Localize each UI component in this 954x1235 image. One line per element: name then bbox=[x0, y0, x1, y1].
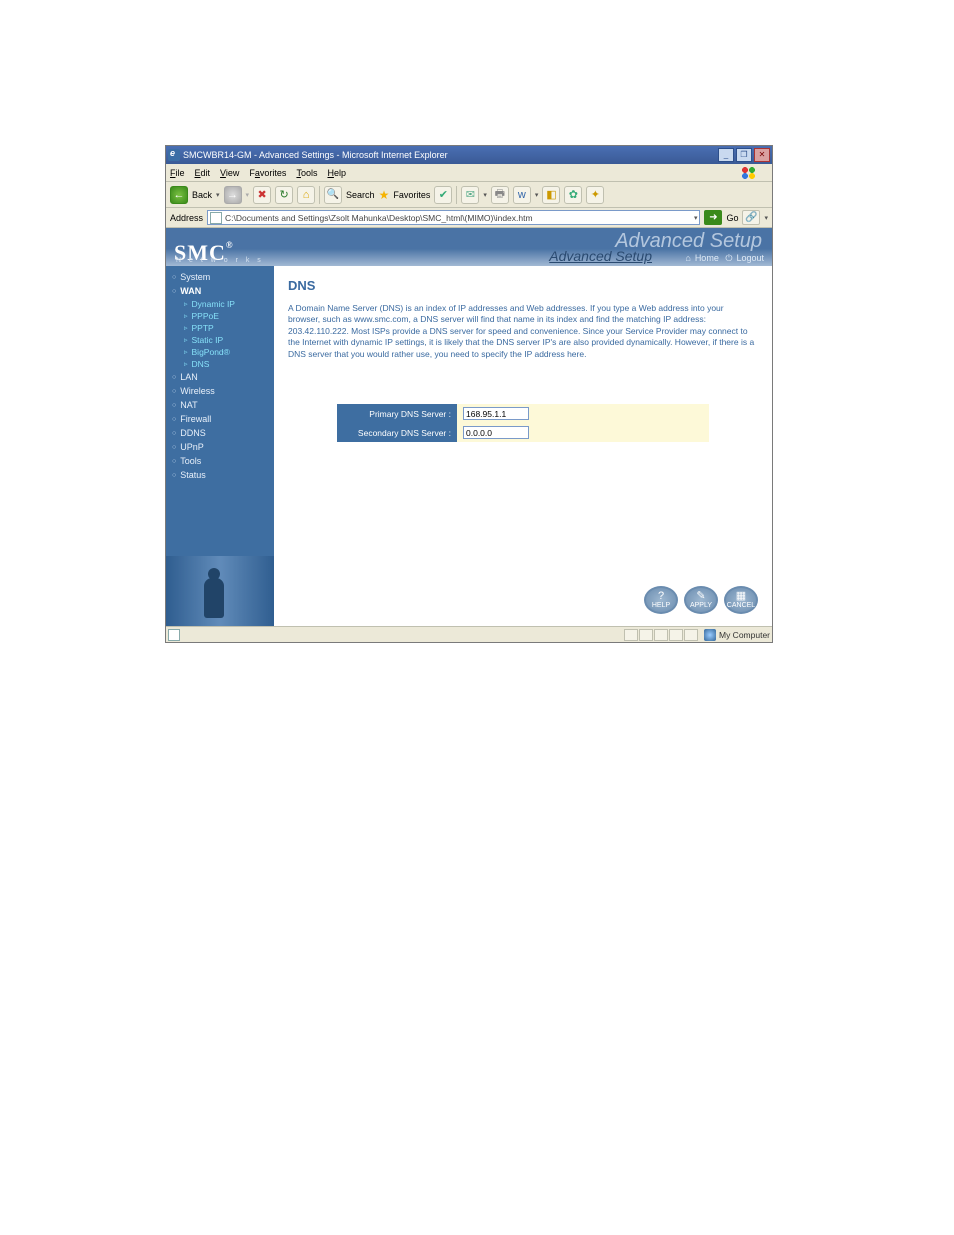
forward-button[interactable]: → bbox=[224, 186, 242, 204]
menubar: File Edit View Favorites Tools Help bbox=[166, 164, 772, 182]
home-icon: ⌂ bbox=[685, 253, 690, 263]
back-dropdown-icon[interactable]: ▾ bbox=[216, 191, 220, 199]
address-label: Address bbox=[170, 213, 203, 223]
status-cell bbox=[669, 629, 683, 641]
status-page-icon bbox=[168, 629, 180, 641]
sidebar-sub-dns[interactable]: DNS bbox=[166, 358, 274, 370]
forward-dropdown-icon[interactable]: ▾ bbox=[246, 191, 250, 199]
go-label: Go bbox=[726, 213, 738, 223]
menu-edit[interactable]: Edit bbox=[195, 168, 211, 178]
back-button[interactable]: ← bbox=[170, 186, 188, 204]
history-button[interactable]: ✔ bbox=[434, 186, 452, 204]
address-dropdown-icon[interactable]: ▾ bbox=[694, 214, 698, 222]
menu-favorites[interactable]: Favorites bbox=[249, 168, 286, 178]
page-body: System WAN Dynamic IP PPPoE PPTP Static … bbox=[166, 266, 772, 626]
zone-icon bbox=[704, 629, 716, 641]
brand-header: SMC® N e t w o r k s Advanced Setup Adva… bbox=[166, 228, 772, 266]
home-link[interactable]: Home bbox=[695, 253, 719, 263]
content-pane: DNS A Domain Name Server (DNS) is an ind… bbox=[274, 266, 772, 626]
address-input[interactable]: C:\Documents and Settings\Zsolt Mahunka\… bbox=[207, 210, 700, 225]
status-cell bbox=[624, 629, 638, 641]
logout-link[interactable]: Logout bbox=[736, 253, 764, 263]
page-title: DNS bbox=[288, 278, 758, 293]
sidebar-item-tools[interactable]: Tools bbox=[166, 454, 274, 468]
messenger-button[interactable]: ✿ bbox=[564, 186, 582, 204]
secondary-dns-input[interactable] bbox=[463, 426, 529, 439]
sidebar-item-wan[interactable]: WAN bbox=[166, 284, 274, 298]
primary-dns-input[interactable] bbox=[463, 407, 529, 420]
cancel-button[interactable]: ▦CANCEL bbox=[724, 586, 758, 614]
sidebar-item-status[interactable]: Status bbox=[166, 468, 274, 482]
logout-icon: ⏻ bbox=[725, 253, 732, 263]
menu-file[interactable]: File bbox=[170, 168, 185, 178]
help-button[interactable]: ?HELP bbox=[644, 586, 678, 614]
print-button[interactable]: 🖶 bbox=[491, 186, 509, 204]
page-icon bbox=[210, 212, 222, 224]
edit-button[interactable]: w bbox=[513, 186, 531, 204]
security-zone: My Computer bbox=[704, 629, 770, 641]
discuss-button[interactable]: ◧ bbox=[542, 186, 560, 204]
status-cell bbox=[654, 629, 668, 641]
menu-help[interactable]: Help bbox=[327, 168, 346, 178]
statusbar: My Computer bbox=[166, 626, 772, 642]
menu-tools[interactable]: Tools bbox=[296, 168, 317, 178]
toolbar: ← Back ▾ → ▾ ✖ ↻ ⌂ 🔍 Search ★ Favorites … bbox=[166, 182, 772, 208]
browser-window: SMCWBR14-GM - Advanced Settings - Micros… bbox=[165, 145, 773, 643]
mail-dropdown-icon[interactable]: ▾ bbox=[483, 191, 487, 199]
sidebar-sub-pppoe[interactable]: PPPoE bbox=[166, 310, 274, 322]
links-dropdown-icon[interactable]: ▾ bbox=[764, 214, 768, 222]
address-value: C:\Documents and Settings\Zsolt Mahunka\… bbox=[225, 213, 533, 223]
favorites-label[interactable]: Favorites bbox=[393, 190, 430, 200]
extra-button[interactable]: ✦ bbox=[586, 186, 604, 204]
go-button[interactable]: ➜ bbox=[704, 210, 722, 225]
zone-label: My Computer bbox=[719, 630, 770, 640]
page-description: A Domain Name Server (DNS) is an index o… bbox=[288, 303, 758, 360]
links-button[interactable]: 🔗 bbox=[742, 210, 760, 225]
status-cell bbox=[684, 629, 698, 641]
sidebar-item-lan[interactable]: LAN bbox=[166, 370, 274, 384]
window-title: SMCWBR14-GM - Advanced Settings - Micros… bbox=[183, 150, 448, 160]
stop-button[interactable]: ✖ bbox=[253, 186, 271, 204]
addressbar: Address C:\Documents and Settings\Zsolt … bbox=[166, 208, 772, 228]
sidebar-item-firewall[interactable]: Firewall bbox=[166, 412, 274, 426]
help-icon: ? bbox=[658, 591, 664, 602]
home-button[interactable]: ⌂ bbox=[297, 186, 315, 204]
dns-form: Primary DNS Server : Secondary DNS Serve… bbox=[337, 404, 709, 442]
menu-view[interactable]: View bbox=[220, 168, 239, 178]
search-label[interactable]: Search bbox=[346, 190, 375, 200]
windows-flag-icon bbox=[740, 166, 758, 180]
close-button[interactable]: ✕ bbox=[754, 148, 770, 162]
header-navlinks: ⌂ Home ⏻ Logout bbox=[681, 253, 764, 264]
search-icon[interactable]: 🔍 bbox=[324, 186, 342, 204]
sidebar-item-ddns[interactable]: DDNS bbox=[166, 426, 274, 440]
primary-dns-label: Primary DNS Server : bbox=[337, 404, 457, 423]
edit-dropdown-icon[interactable]: ▾ bbox=[535, 191, 539, 199]
sidebar-sub-pptp[interactable]: PPTP bbox=[166, 322, 274, 334]
action-buttons: ?HELP ✎APPLY ▦CANCEL bbox=[644, 586, 758, 614]
sidebar: System WAN Dynamic IP PPPoE PPTP Static … bbox=[166, 266, 274, 626]
titlebar: SMCWBR14-GM - Advanced Settings - Micros… bbox=[166, 146, 772, 164]
brand-networks: N e t w o r k s bbox=[176, 257, 264, 264]
cancel-icon: ▦ bbox=[736, 591, 746, 602]
sidebar-item-nat[interactable]: NAT bbox=[166, 398, 274, 412]
back-label: Back bbox=[192, 190, 212, 200]
sidebar-sub-static-ip[interactable]: Static IP bbox=[166, 334, 274, 346]
advanced-setup-label: Advanced Setup bbox=[549, 248, 652, 264]
refresh-button[interactable]: ↻ bbox=[275, 186, 293, 204]
apply-button[interactable]: ✎APPLY bbox=[684, 586, 718, 614]
favorites-star-icon[interactable]: ★ bbox=[379, 188, 390, 202]
minimize-button[interactable]: _ bbox=[718, 148, 734, 162]
sidebar-item-system[interactable]: System bbox=[166, 270, 274, 284]
ie-icon bbox=[168, 149, 180, 161]
sidebar-item-wireless[interactable]: Wireless bbox=[166, 384, 274, 398]
maximize-button[interactable]: ❐ bbox=[736, 148, 752, 162]
sidebar-decor bbox=[166, 556, 274, 626]
status-cell bbox=[639, 629, 653, 641]
apply-icon: ✎ bbox=[696, 591, 705, 602]
sidebar-sub-bigpond[interactable]: BigPond® bbox=[166, 346, 274, 358]
mail-button[interactable]: ✉ bbox=[461, 186, 479, 204]
secondary-dns-label: Secondary DNS Server : bbox=[337, 423, 457, 442]
sidebar-item-upnp[interactable]: UPnP bbox=[166, 440, 274, 454]
sidebar-sub-dynamic-ip[interactable]: Dynamic IP bbox=[166, 298, 274, 310]
